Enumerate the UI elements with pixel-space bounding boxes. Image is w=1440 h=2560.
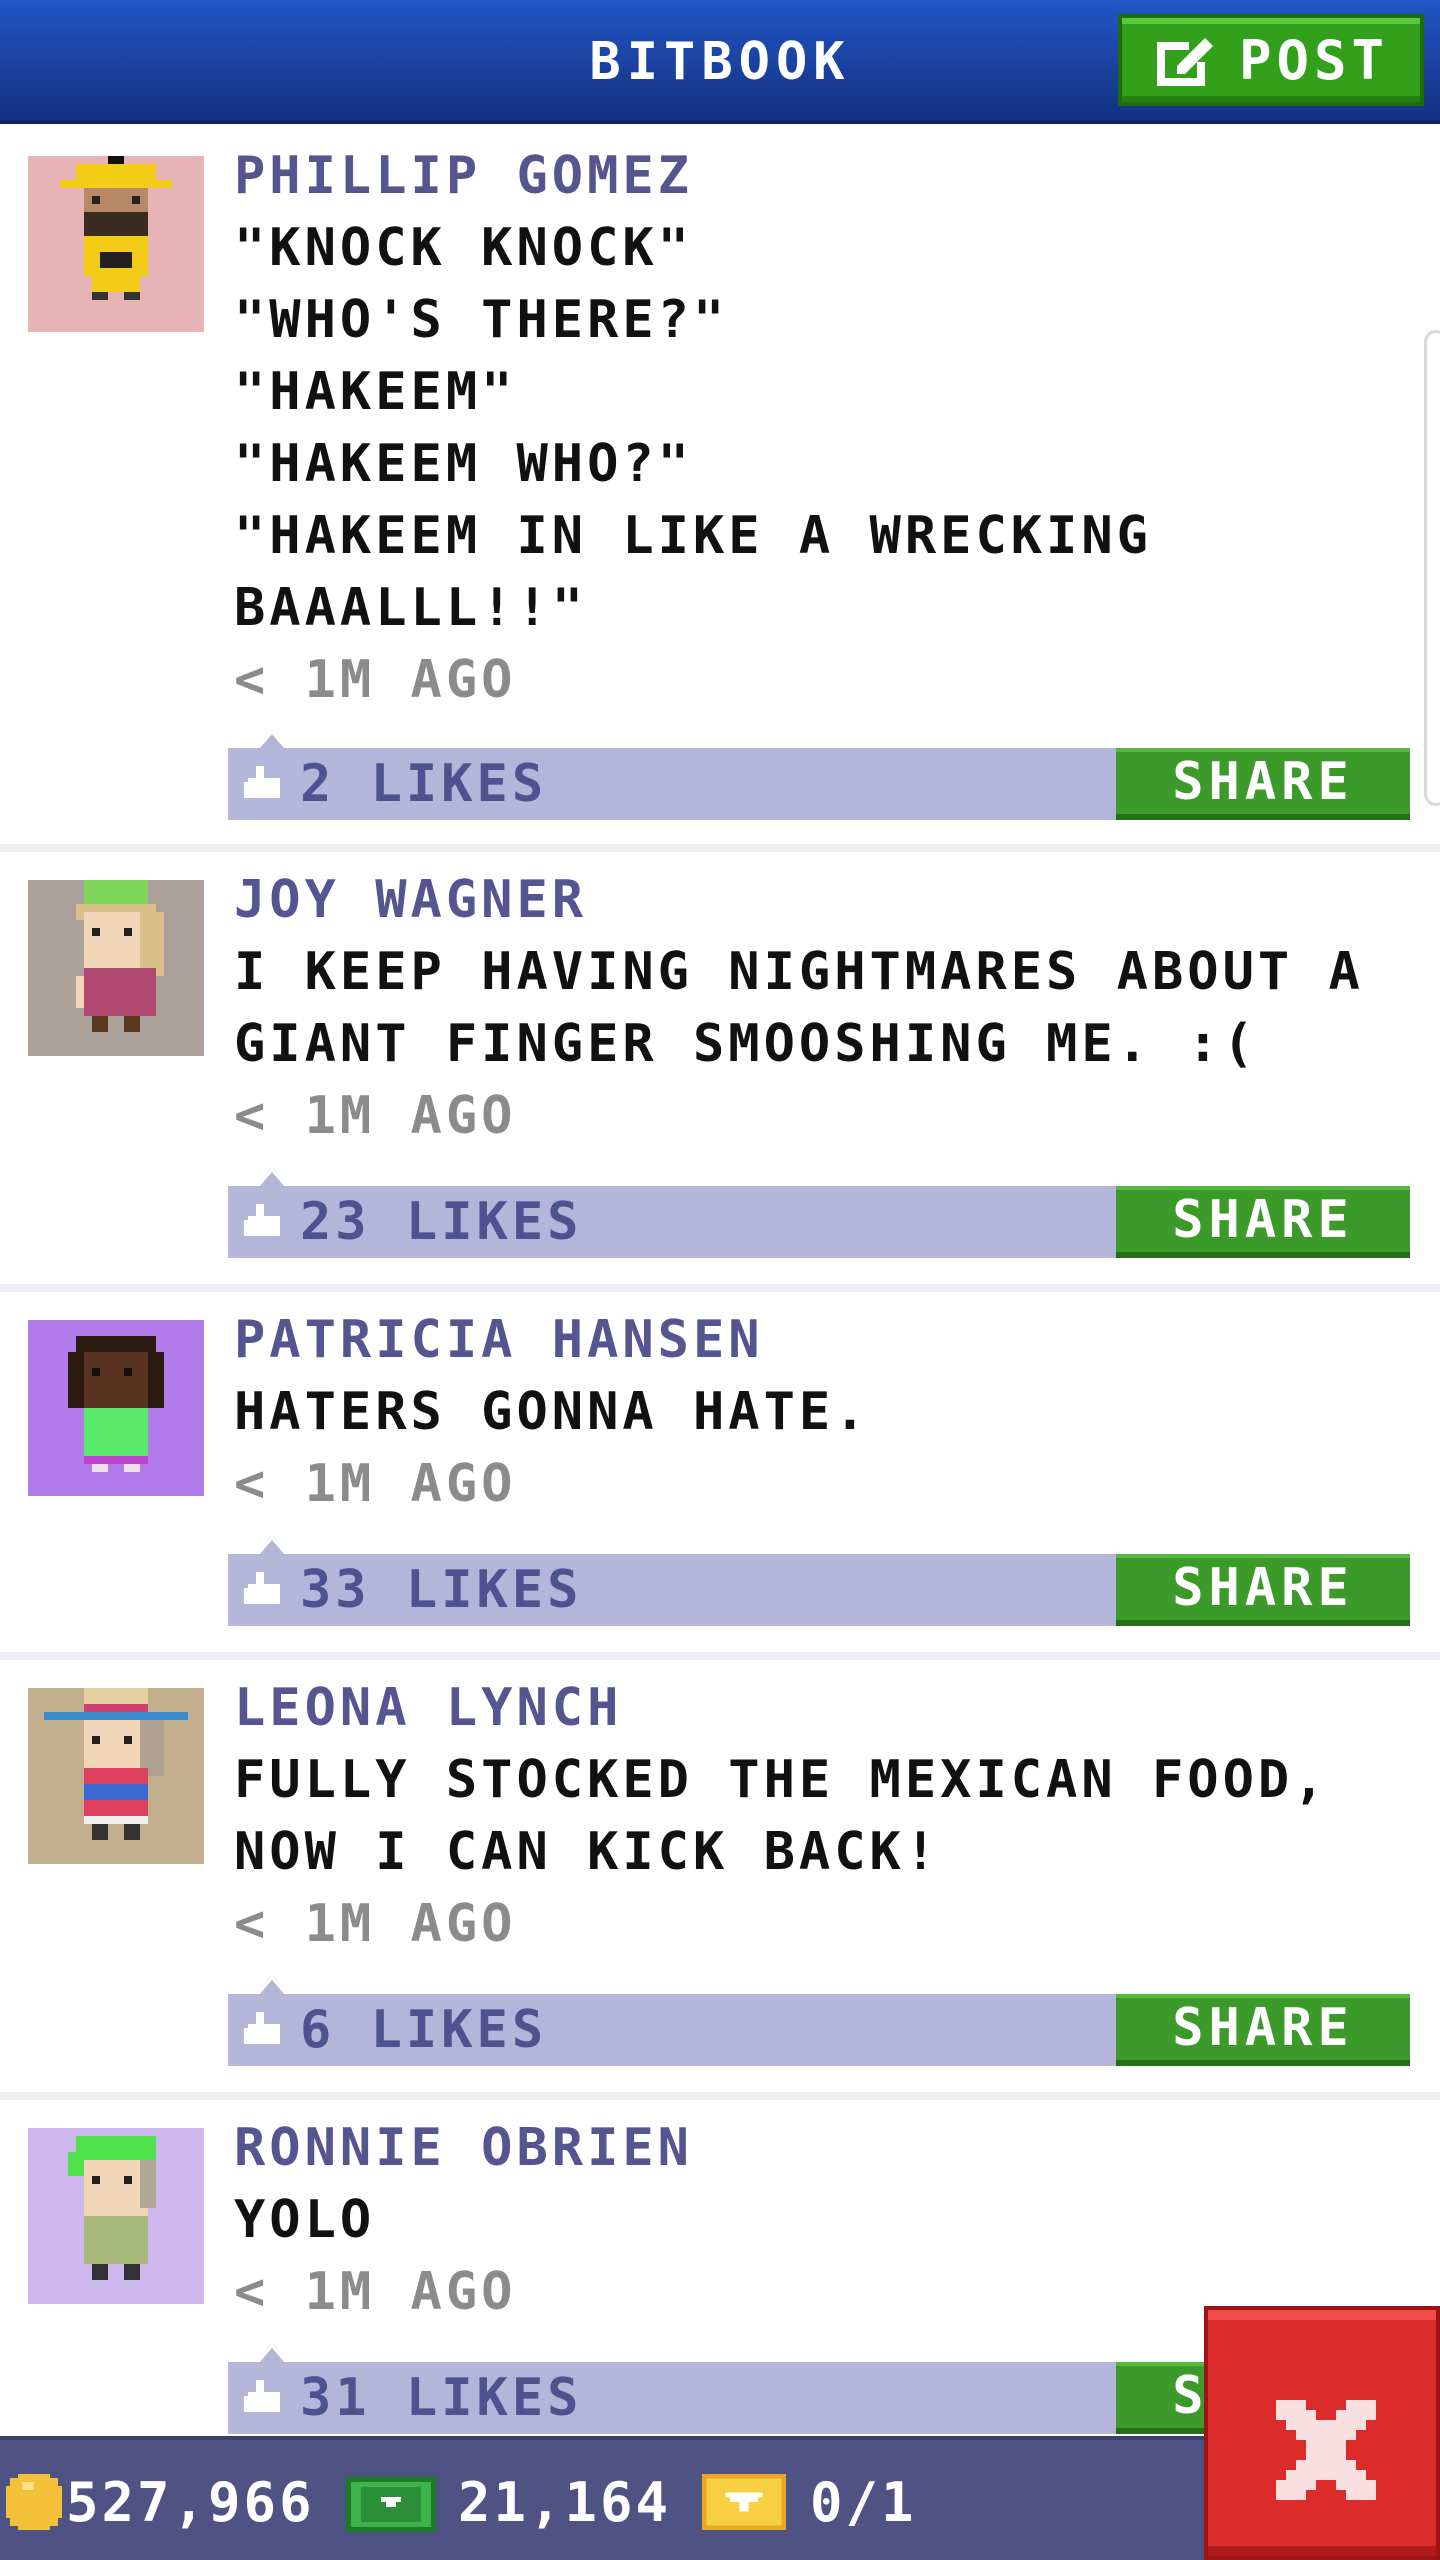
close-button[interactable] bbox=[1204, 2306, 1440, 2560]
feed-post: JOY WAGNER I KEEP HAVING NIGHTMARES ABOU… bbox=[0, 852, 1440, 1292]
bux-stat: 21,164 bbox=[346, 2440, 671, 2560]
likes-count: 23 LIKES bbox=[300, 1192, 583, 1252]
likes-count: 31 LIKES bbox=[300, 2368, 583, 2428]
feed-post: LEONA LYNCH FULLY STOCKED THE MEXICAN FO… bbox=[0, 1660, 1440, 2100]
likes-count: 33 LIKES bbox=[300, 1560, 583, 1620]
post-author[interactable]: JOY WAGNER bbox=[234, 864, 1414, 936]
feed-post: PATRICIA HANSEN HATERS GONNA HATE. < 1M … bbox=[0, 1292, 1440, 1660]
bux-icon bbox=[346, 2471, 436, 2533]
post-time: < 1M AGO bbox=[234, 1086, 517, 1146]
feed-list[interactable]: PHILLIP GOMEZ "KNOCK KNOCK" "WHO'S THERE… bbox=[0, 128, 1440, 2480]
avatar bbox=[28, 1688, 204, 1864]
post-message: "KNOCK KNOCK" "WHO'S THERE?" "HAKEEM" "H… bbox=[234, 218, 1152, 638]
post-author[interactable]: PHILLIP GOMEZ bbox=[234, 140, 1414, 212]
post-message: I KEEP HAVING NIGHTMARES ABOUT A GIANT F… bbox=[234, 942, 1364, 1074]
avatar bbox=[28, 880, 204, 1056]
close-icon bbox=[1276, 2400, 1376, 2500]
thumbs-up-icon bbox=[244, 2380, 284, 2420]
top-bar: BITBOOK POST bbox=[0, 0, 1440, 124]
likes-bar: 33 LIKES SHARE bbox=[228, 1540, 1410, 1626]
tickets-value: 0/1 bbox=[810, 2470, 917, 2534]
thumbs-up-icon bbox=[244, 1204, 284, 1244]
likes-count: 2 LIKES bbox=[300, 754, 548, 814]
bux-value: 21,164 bbox=[458, 2470, 672, 2534]
post-time: < 1M AGO bbox=[234, 1894, 517, 1954]
post-message: YOLO bbox=[234, 2190, 376, 2250]
thumbs-up-icon bbox=[244, 1572, 284, 1612]
avatar bbox=[28, 1320, 204, 1496]
likes-bar: 6 LIKES SHARE bbox=[228, 1980, 1410, 2066]
share-button[interactable]: SHARE bbox=[1116, 1554, 1410, 1626]
ticket-icon bbox=[700, 2474, 788, 2530]
tickets-stat: 0/1 bbox=[700, 2440, 917, 2560]
post-time: < 1M AGO bbox=[234, 650, 517, 710]
share-button[interactable]: SHARE bbox=[1116, 1994, 1410, 2066]
avatar bbox=[28, 156, 204, 332]
feed-post: PHILLIP GOMEZ "KNOCK KNOCK" "WHO'S THERE… bbox=[0, 128, 1440, 852]
coin-icon bbox=[6, 2474, 62, 2530]
likes-bar: 2 LIKES SHARE bbox=[228, 734, 1410, 820]
post-button-label: POST bbox=[1238, 28, 1390, 92]
share-button[interactable]: SHARE bbox=[1116, 1186, 1410, 1258]
post-message: HATERS GONNA HATE. bbox=[234, 1382, 870, 1442]
post-time: < 1M AGO bbox=[234, 1454, 517, 1514]
avatar bbox=[28, 2128, 204, 2304]
share-button[interactable]: SHARE bbox=[1116, 748, 1410, 820]
compose-icon bbox=[1153, 30, 1217, 90]
post-author[interactable]: PATRICIA HANSEN bbox=[234, 1304, 1414, 1376]
post-author[interactable]: LEONA LYNCH bbox=[234, 1672, 1414, 1744]
post-message: FULLY STOCKED THE MEXICAN FOOD, NOW I CA… bbox=[234, 1750, 1329, 1882]
likes-bar: 23 LIKES SHARE bbox=[228, 1172, 1410, 1258]
post-button[interactable]: POST bbox=[1118, 14, 1424, 106]
coins-stat: 527,966 bbox=[6, 2440, 315, 2560]
likes-count: 6 LIKES bbox=[300, 2000, 548, 2060]
post-author[interactable]: RONNIE OBRIEN bbox=[234, 2112, 1414, 2184]
thumbs-up-icon bbox=[244, 2012, 284, 2052]
thumbs-up-icon bbox=[244, 766, 284, 806]
coins-value: 527,966 bbox=[66, 2470, 315, 2534]
